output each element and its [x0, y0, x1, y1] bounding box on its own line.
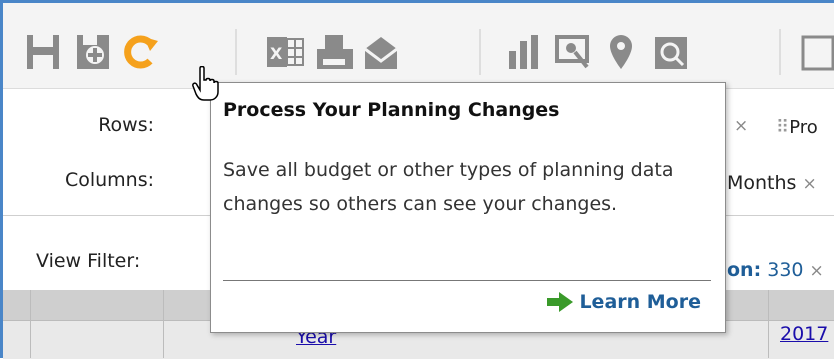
- process-changes-tooltip: Process Your Planning Changes Save all b…: [210, 82, 726, 333]
- remove-row-chip-icon[interactable]: ×: [734, 116, 748, 136]
- hand-cursor-icon: [192, 66, 219, 101]
- email-icon[interactable]: [361, 31, 401, 73]
- tooltip-title: Process Your Planning Changes: [223, 99, 560, 121]
- learn-more-label: Learn More: [579, 291, 701, 313]
- toolbar-separator: [235, 29, 237, 75]
- grid-divider: [768, 290, 769, 358]
- column-chip-label: Months: [727, 172, 797, 194]
- year-2017-link[interactable]: 2017: [780, 323, 828, 345]
- save-as-icon[interactable]: [73, 31, 113, 73]
- row-chip-label: Pro: [789, 117, 818, 138]
- remove-column-chip-icon[interactable]: ×: [803, 174, 817, 194]
- row-chip[interactable]: ⠿Pro: [776, 117, 818, 138]
- grid-divider: [30, 290, 31, 358]
- drill-icon[interactable]: [553, 31, 593, 73]
- print-icon[interactable]: [315, 31, 355, 73]
- toolbar-separator: [479, 29, 481, 75]
- process-changes-icon[interactable]: [120, 31, 160, 73]
- grid-divider: [163, 290, 164, 358]
- tooltip-body: Save all budget or other types of planni…: [223, 159, 674, 215]
- rows-label: Rows:: [98, 114, 154, 136]
- save-icon[interactable]: [23, 31, 63, 73]
- svg-text:X: X: [270, 44, 283, 63]
- view-filter-label: View Filter:: [36, 250, 141, 272]
- filter-chip-value: 330: [767, 259, 804, 281]
- toolbar: X: [3, 3, 834, 89]
- drag-handle-icon: ⠿: [776, 117, 790, 138]
- arrow-right-icon: [547, 292, 574, 312]
- learn-more-link[interactable]: Learn More: [547, 291, 701, 313]
- remove-filter-chip-icon[interactable]: ×: [810, 261, 824, 281]
- columns-label: Columns:: [64, 169, 154, 191]
- column-chip[interactable]: Months ×: [727, 172, 817, 194]
- map-pin-icon[interactable]: [601, 31, 641, 73]
- filter-chip-key: on:: [727, 259, 762, 281]
- tooltip-divider: [223, 280, 711, 281]
- toolbar-separator: [779, 29, 781, 75]
- chart-icon[interactable]: [505, 31, 545, 73]
- filter-chip[interactable]: on: 330 ×: [727, 259, 824, 281]
- view-icon[interactable]: [799, 31, 834, 73]
- find-icon[interactable]: [651, 31, 691, 73]
- excel-export-icon[interactable]: X: [265, 31, 305, 73]
